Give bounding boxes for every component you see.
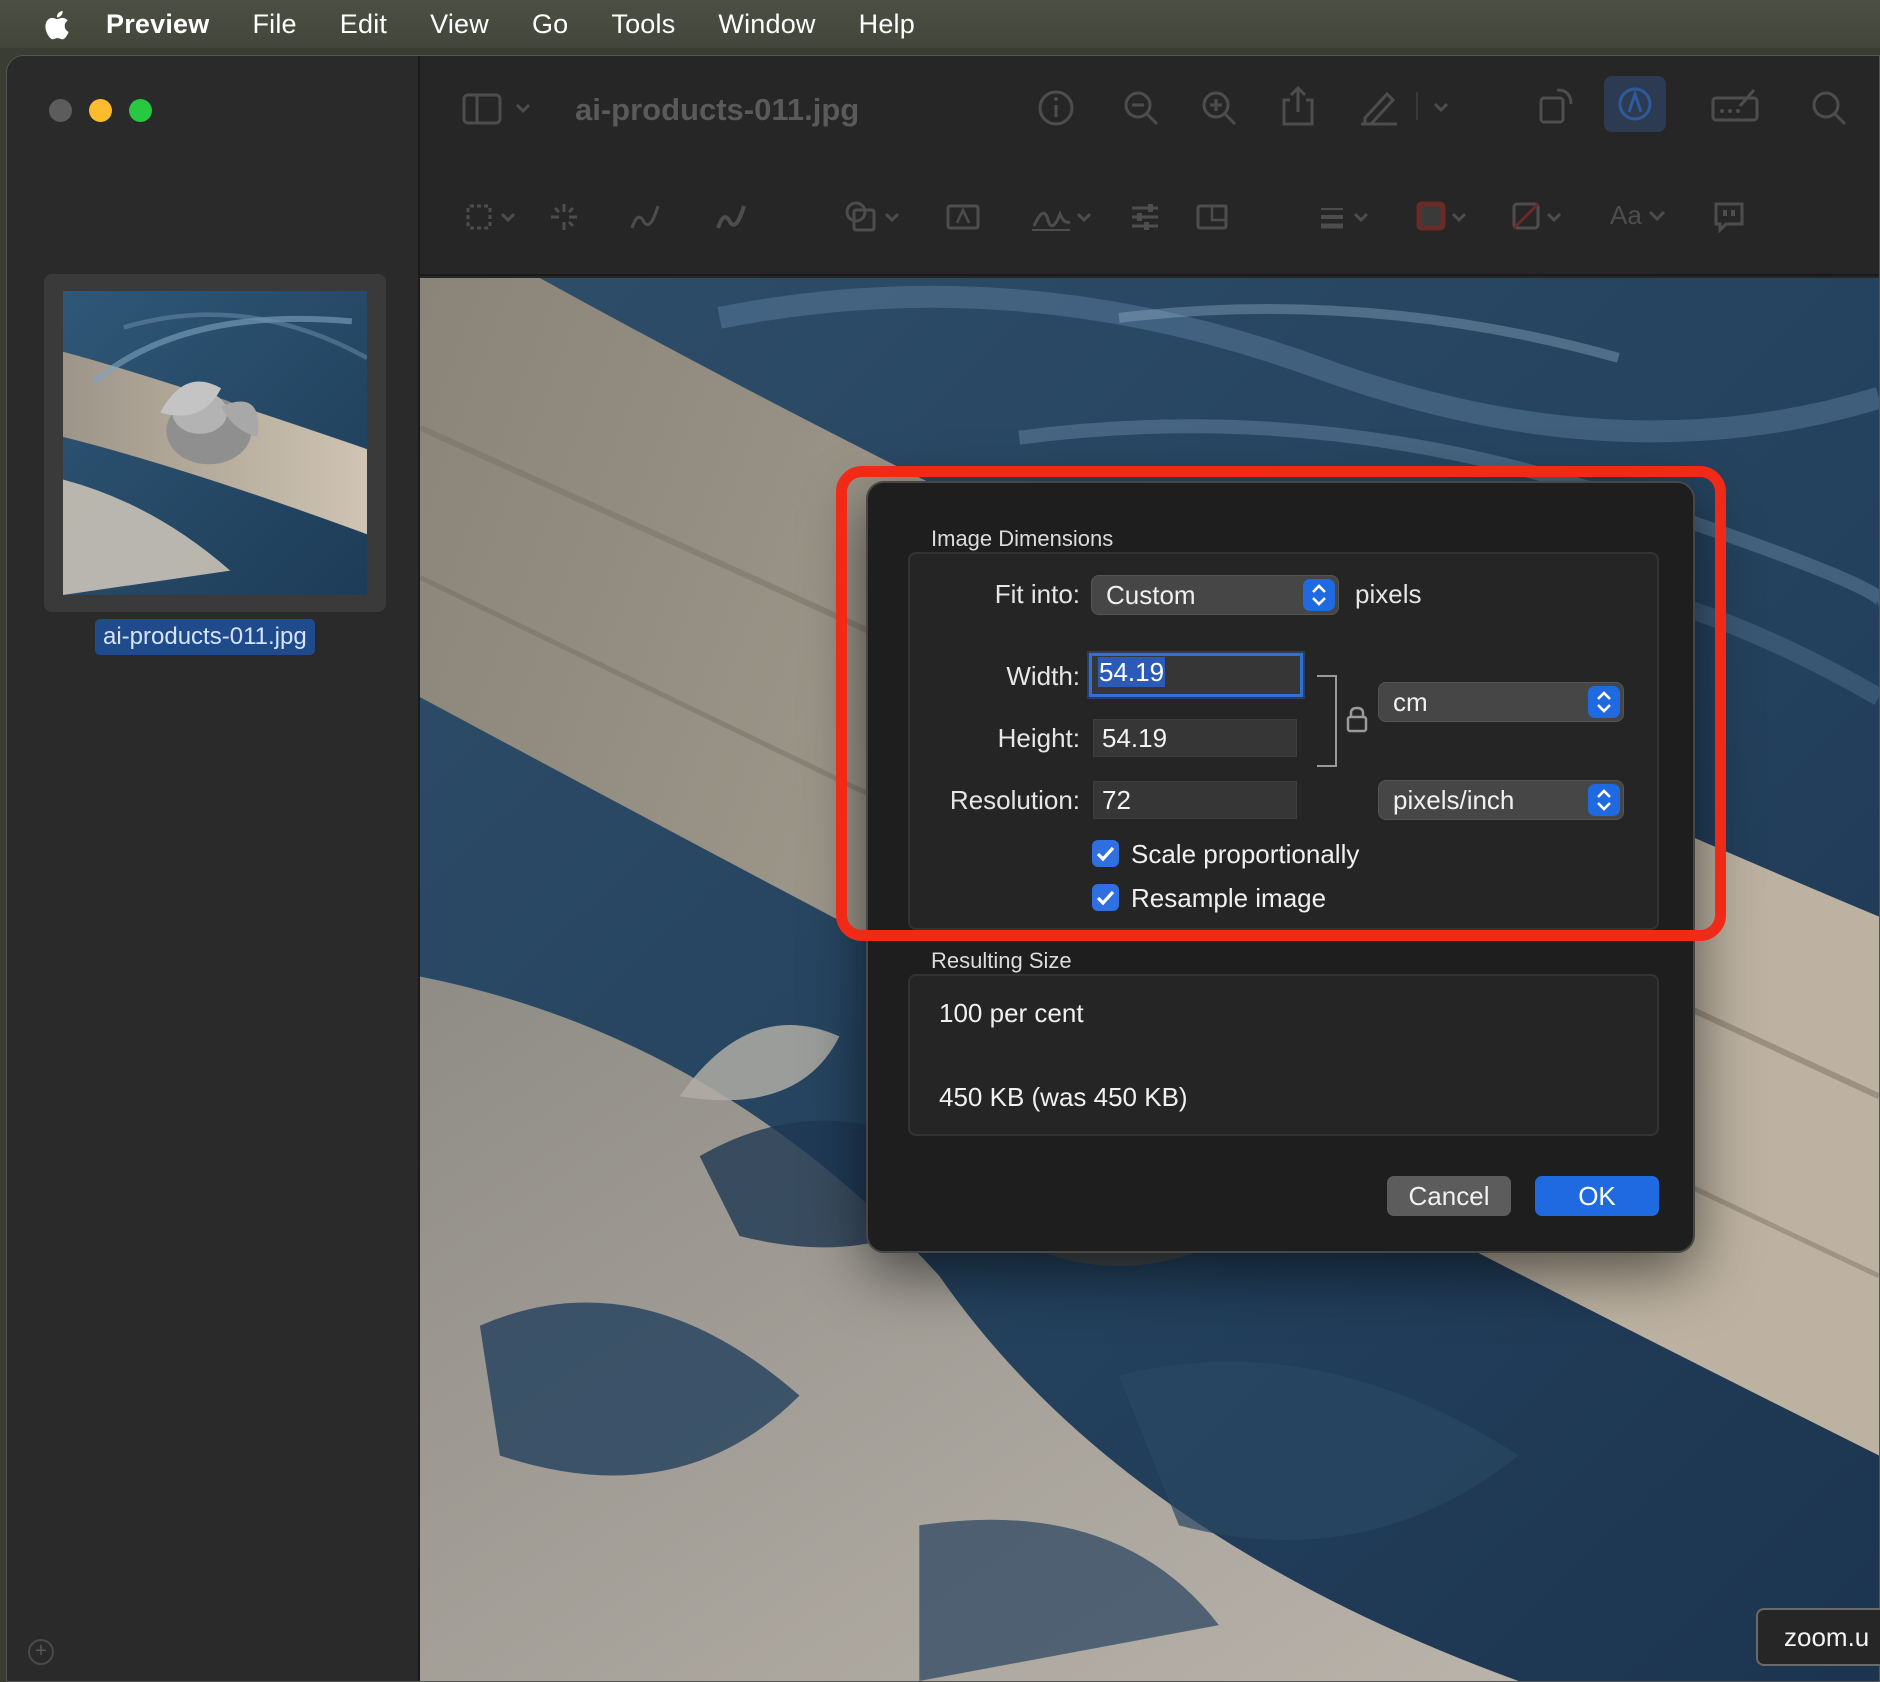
zoom-badge: zoom.u: [1756, 1608, 1880, 1666]
fill-color-icon[interactable]: [1510, 200, 1568, 234]
share-icon[interactable]: [1280, 84, 1316, 128]
zoom-out-icon[interactable]: [1122, 89, 1160, 127]
signature-icon[interactable]: [1030, 200, 1094, 234]
zoom-window-button[interactable]: [129, 99, 152, 122]
markup-icon[interactable]: [1604, 76, 1666, 132]
menu-edit[interactable]: Edit: [340, 9, 387, 40]
rotate-icon[interactable]: [1537, 86, 1575, 126]
resulting-size-title: Resulting Size: [931, 948, 1072, 973]
highlight-pen-icon[interactable]: [1357, 86, 1457, 126]
rect-selection-icon[interactable]: [466, 202, 524, 232]
info-icon[interactable]: [1037, 89, 1075, 127]
minimize-window-button[interactable]: [89, 99, 112, 122]
resulting-percent: 100 per cent: [939, 998, 1084, 1028]
ok-button[interactable]: OK: [1535, 1176, 1659, 1216]
menu-help[interactable]: Help: [859, 9, 915, 40]
menu-window[interactable]: Window: [718, 9, 815, 40]
apple-menu-icon[interactable]: [42, 9, 69, 40]
adjust-size-icon[interactable]: [1196, 202, 1228, 232]
annotation-highlight-rect: [836, 466, 1726, 941]
shapes-icon[interactable]: [844, 200, 904, 234]
sketch-icon[interactable]: [628, 200, 662, 234]
instant-alpha-icon[interactable]: [549, 202, 579, 232]
thumbnail-image: [63, 291, 367, 595]
menu-app-name[interactable]: Preview: [106, 9, 209, 40]
text-style-label: Aa: [1610, 200, 1642, 230]
thumbnail-item[interactable]: [44, 274, 386, 612]
zoom-in-icon[interactable]: [1200, 89, 1238, 127]
cancel-button[interactable]: Cancel: [1387, 1176, 1511, 1216]
text-box-icon[interactable]: [946, 202, 980, 232]
search-icon[interactable]: [1810, 89, 1848, 127]
draw-icon[interactable]: [714, 200, 748, 234]
thumbnail-sidebar: ai-products-011.jpg +: [7, 56, 420, 1681]
resulting-file-size: 450 KB (was 450 KB): [939, 1082, 1188, 1112]
note-icon[interactable]: [1712, 200, 1746, 234]
adjust-color-icon[interactable]: [1130, 202, 1160, 232]
title-toolbar: ai-products-011.jpg: [420, 56, 1879, 164]
menu-tools[interactable]: Tools: [611, 9, 675, 40]
menu-bar: Preview File Edit View Go Tools Window H…: [0, 0, 1880, 48]
add-icon[interactable]: +: [28, 1639, 54, 1665]
close-window-button[interactable]: [49, 99, 72, 122]
markup-toolbar: Aa: [420, 164, 1879, 276]
border-color-icon[interactable]: [1415, 200, 1473, 234]
sidebar-toggle-icon[interactable]: [462, 89, 532, 129]
menu-view[interactable]: View: [430, 9, 489, 40]
menu-file[interactable]: File: [252, 9, 296, 40]
menu-go[interactable]: Go: [532, 9, 568, 40]
form-fill-icon[interactable]: [1710, 86, 1760, 126]
document-title: ai-products-011.jpg: [575, 92, 860, 127]
text-style-icon[interactable]: Aa: [1610, 200, 1666, 231]
thumbnail-filename[interactable]: ai-products-011.jpg: [95, 619, 315, 655]
line-style-icon[interactable]: [1319, 202, 1377, 232]
